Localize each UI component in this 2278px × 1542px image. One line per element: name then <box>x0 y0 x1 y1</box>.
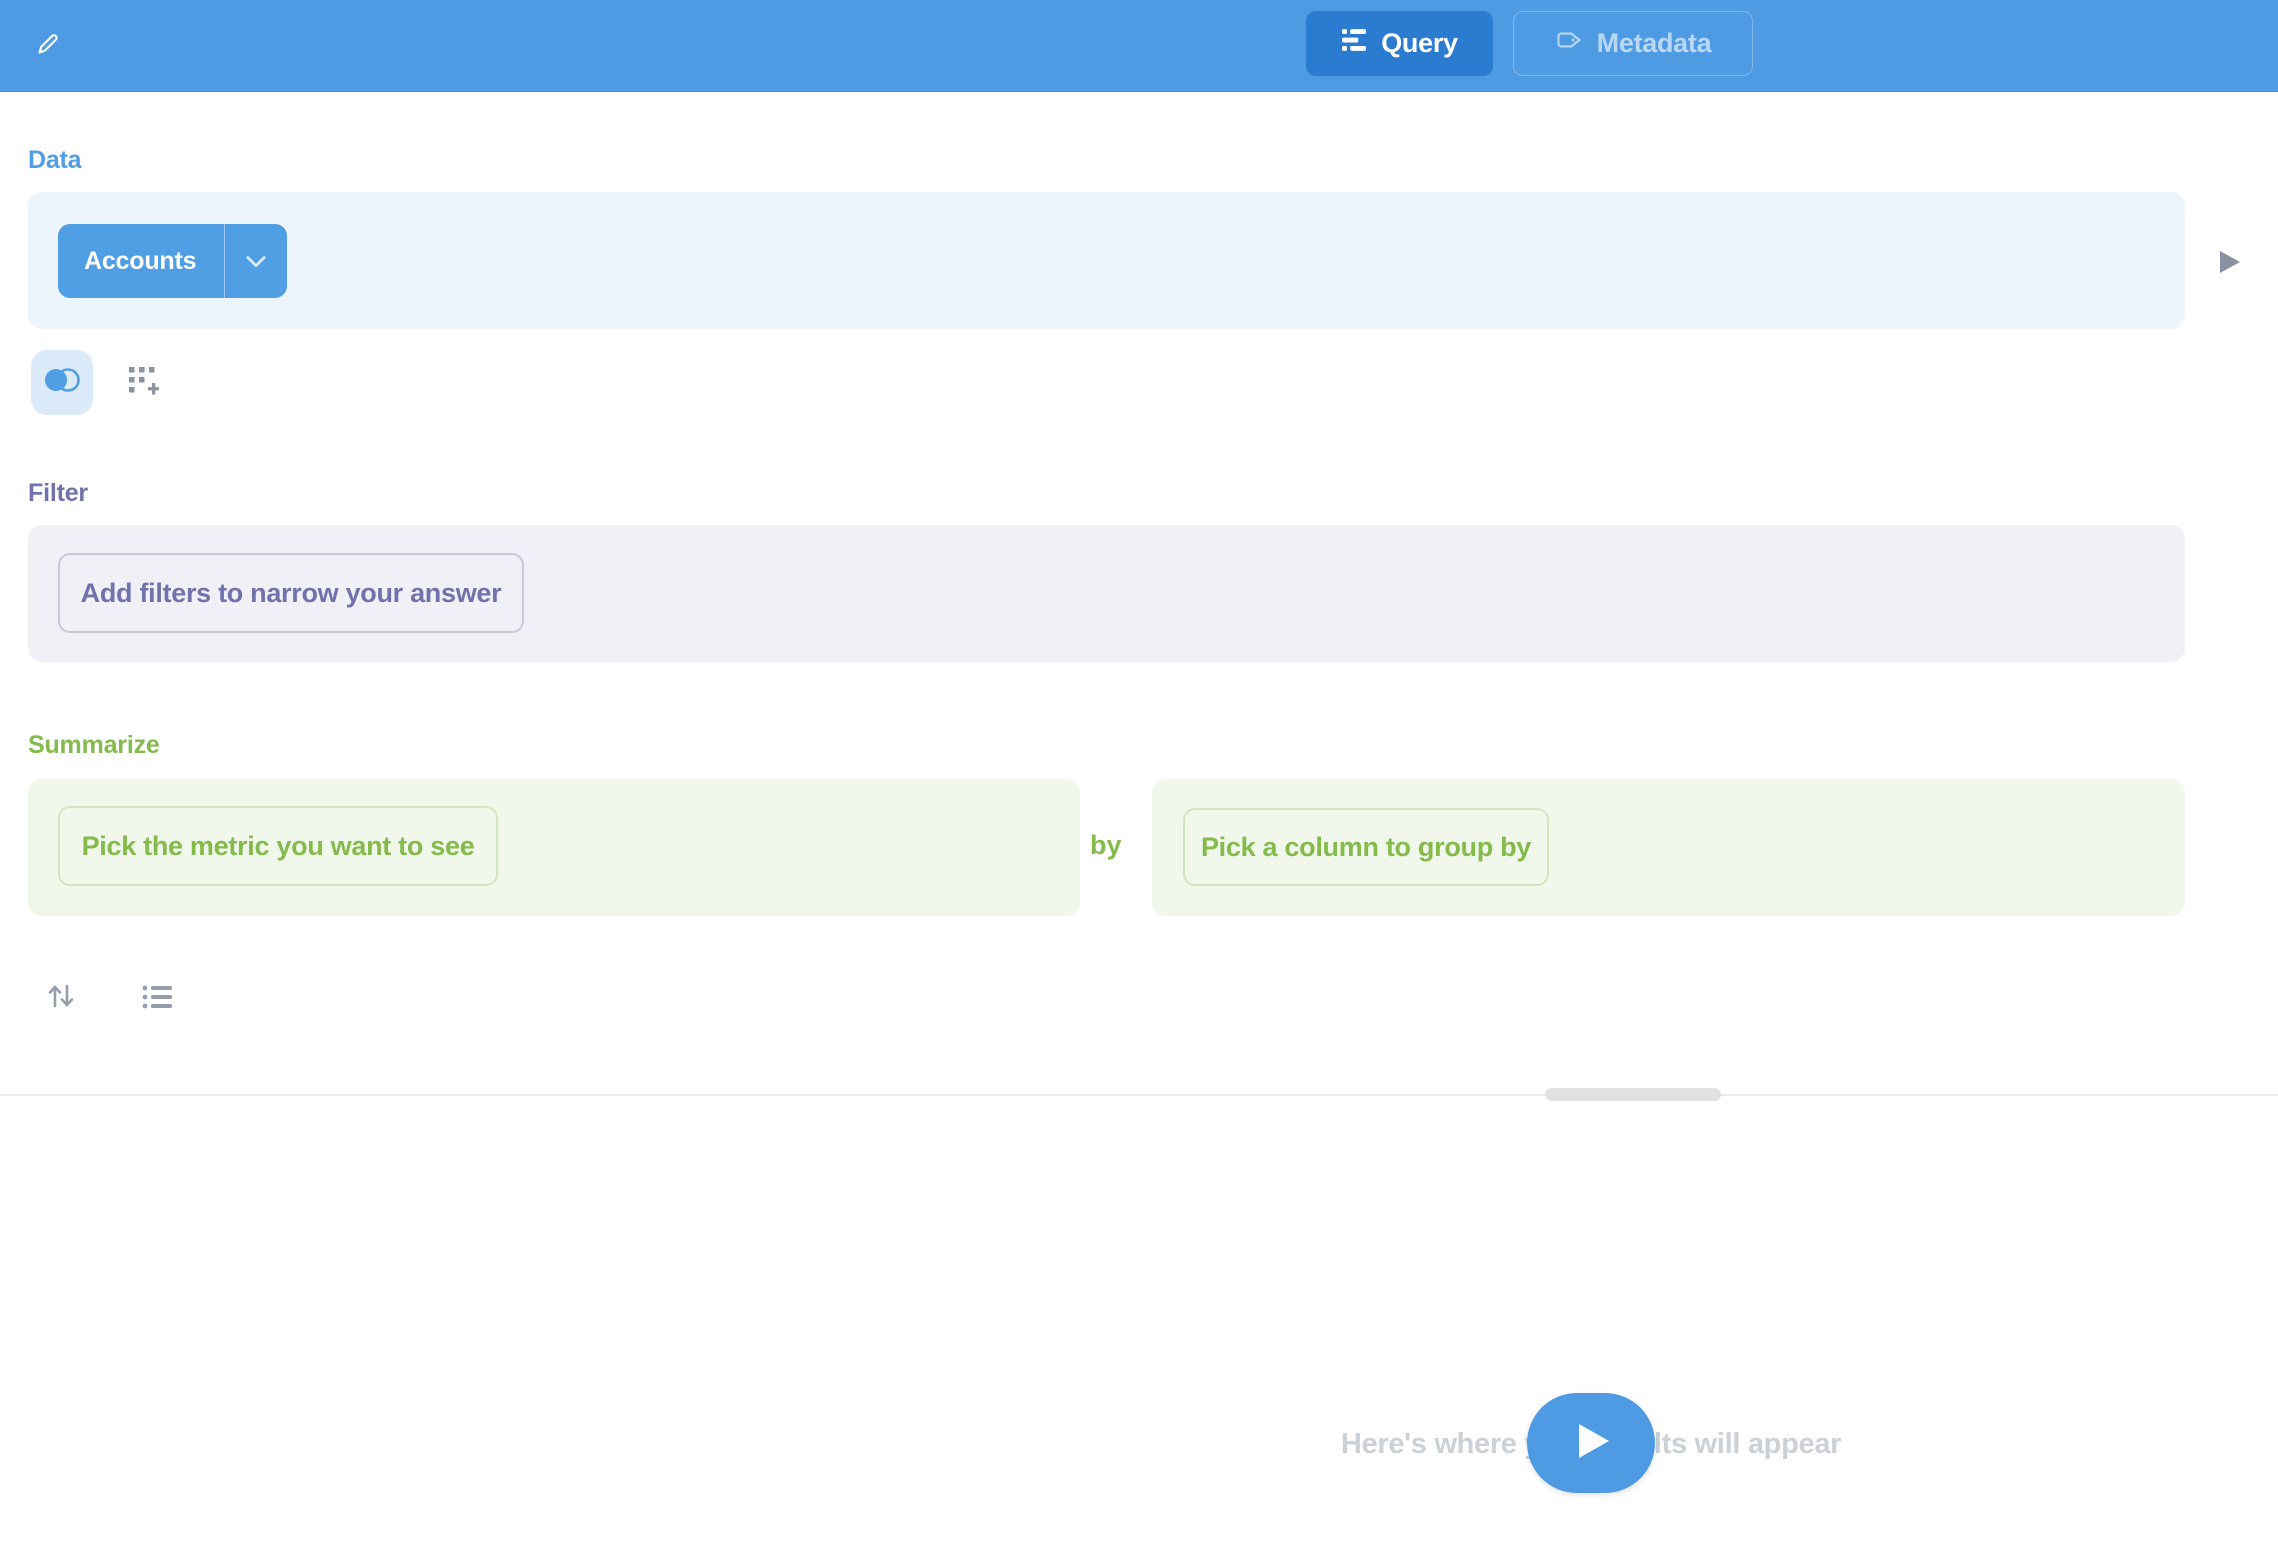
sort-step-button[interactable] <box>42 979 80 1017</box>
header-bar: Query Metadata <box>0 0 2278 92</box>
play-icon <box>1571 1422 1611 1465</box>
chevron-down-icon[interactable] <box>225 224 287 298</box>
summarize-section-label: Summarize <box>28 731 160 760</box>
content-divider <box>0 1094 2278 1096</box>
preview-play-icon <box>2216 262 2242 279</box>
notebook-editor: Query Metadata Data Accounts <box>0 0 2278 1542</box>
row-limit-button[interactable] <box>138 980 176 1018</box>
table-picker-label: Accounts <box>58 224 224 298</box>
data-section-label: Data <box>28 146 81 175</box>
custom-column-icon <box>127 365 159 402</box>
pencil-icon <box>35 31 61 62</box>
group-by-connector-label: by <box>1090 830 1150 861</box>
sort-icon <box>45 980 77 1017</box>
add-filters-button[interactable]: Add filters to narrow your answer <box>58 553 524 633</box>
summarize-metric-panel: Pick the metric you want to see <box>28 779 1080 916</box>
tab-query-label: Query <box>1381 28 1458 59</box>
pick-group-column-button[interactable]: Pick a column to group by <box>1183 808 1549 886</box>
preview-step-button[interactable] <box>2216 249 2242 275</box>
tag-icon <box>1555 26 1583 61</box>
custom-column-button[interactable] <box>124 364 162 402</box>
join-data-button[interactable] <box>31 350 93 415</box>
filter-section-panel: Add filters to narrow your answer <box>28 525 2185 662</box>
filter-section-label: Filter <box>28 479 88 508</box>
table-picker-button[interactable]: Accounts <box>58 224 287 298</box>
row-limit-icon <box>141 981 173 1018</box>
run-query-button[interactable] <box>1527 1393 1655 1493</box>
tab-metadata-label: Metadata <box>1597 28 1712 59</box>
summarize-groupby-panel: Pick a column to group by <box>1152 779 2185 916</box>
pick-metric-button[interactable]: Pick the metric you want to see <box>58 806 498 886</box>
tab-metadata[interactable]: Metadata <box>1513 11 1753 76</box>
resize-drag-handle[interactable] <box>1545 1088 1721 1101</box>
data-section-panel: Accounts <box>28 192 2185 329</box>
notebook-icon <box>1341 27 1367 60</box>
join-icon <box>42 365 82 400</box>
tab-query[interactable]: Query <box>1306 11 1493 76</box>
edit-title-button[interactable] <box>28 26 68 66</box>
